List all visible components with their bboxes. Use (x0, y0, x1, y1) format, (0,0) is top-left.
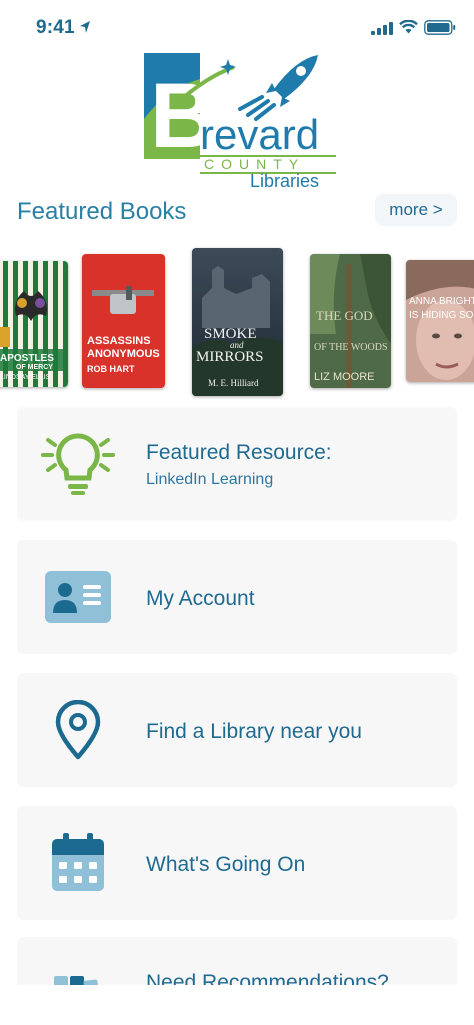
featured-resource-card[interactable]: Featured Resource: LinkedIn Learning (17, 407, 457, 521)
book-title: IS HIDING SOMETHING (409, 310, 474, 321)
map-pin-icon (41, 691, 115, 769)
featured-books-carousel[interactable]: APOSTLES OF MERCY LINDSAY ELLIS ASSASSIN… (0, 244, 474, 400)
rocket-icon (238, 55, 318, 121)
id-card-icon (41, 558, 115, 636)
book-cover[interactable]: ASSASSINS ANONYMOUS ROB HART (82, 254, 165, 388)
book-title: MIRRORS (196, 349, 264, 365)
wifi-icon (399, 20, 418, 34)
status-time: 9:41 (36, 17, 75, 38)
logo-libraries: Libraries (250, 171, 319, 191)
card-subtitle: LinkedIn Learning (146, 471, 274, 488)
brevard-county-libraries-logo: B revard COUNTY Libraries (136, 49, 340, 191)
book-cover[interactable]: THE GOD OF THE WOODS LIZ MOORE (310, 254, 391, 388)
book-author: LINDSAY ELLIS (0, 374, 51, 381)
my-account-card[interactable]: My Account (17, 540, 457, 654)
calendar-icon (41, 824, 115, 902)
featured-books-header: Featured Books more > (0, 190, 474, 234)
book-title: ANNA BRIGHT (409, 296, 474, 307)
whats-going-on-card[interactable]: What's Going On (17, 806, 457, 920)
book-cover[interactable]: APOSTLES OF MERCY LINDSAY ELLIS (0, 261, 68, 387)
card-title: What's Going On (146, 853, 306, 876)
featured-books-title: Featured Books (17, 198, 187, 225)
location-arrow-icon (80, 21, 90, 33)
book-title: ASSASSINS (87, 335, 151, 347)
battery-icon (424, 20, 456, 35)
lightbulb-icon (41, 425, 115, 503)
logo-county: COUNTY (204, 156, 305, 172)
bottom-edge-mask (0, 985, 474, 1025)
card-title: Featured Resource: (146, 441, 332, 464)
book-cover[interactable]: SMOKE and MIRRORS M. E. Hilliard (192, 248, 283, 396)
find-library-card[interactable]: Find a Library near you (17, 673, 457, 787)
card-title: My Account (146, 587, 255, 610)
book-title: OF MERCY (16, 364, 53, 371)
status-bar: 9:41 (0, 0, 474, 54)
book-author: ROB HART (87, 364, 135, 374)
more-button[interactable]: more > (375, 194, 457, 226)
card-title: Find a Library near you (146, 720, 362, 743)
book-author: LIZ MOORE (314, 371, 375, 383)
book-title: OF THE WOODS (314, 342, 388, 353)
book-title: THE GOD (316, 308, 373, 323)
book-title: APOSTLES (0, 353, 54, 364)
logo-word: revard (200, 111, 319, 158)
book-cover[interactable]: ANNA BRIGHT IS HIDING SOMETHING (406, 260, 474, 382)
cellular-signal-icon (371, 22, 393, 35)
book-author: M. E. Hilliard (208, 378, 259, 388)
book-title: ANONYMOUS (87, 348, 160, 360)
